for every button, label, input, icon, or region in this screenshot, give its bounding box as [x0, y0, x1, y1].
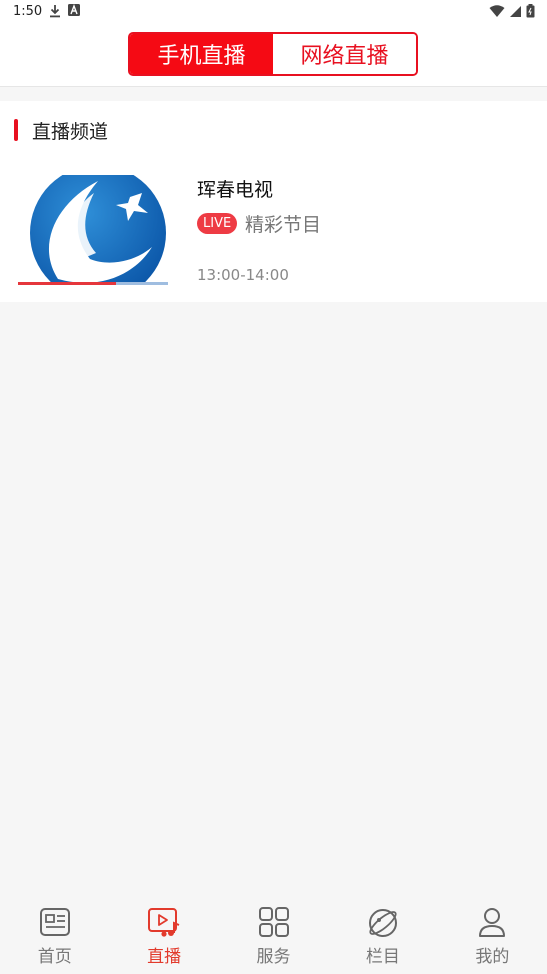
grid-icon — [258, 907, 289, 937]
channel-name: 珲春电视 — [197, 179, 274, 201]
channel-item[interactable]: 珲春电视 LIVE 精彩节目 13:00-14:00 — [0, 161, 547, 291]
tab-columns[interactable]: 栏目 — [328, 896, 437, 974]
live-video-icon — [148, 908, 180, 937]
notification-a-icon — [68, 4, 80, 16]
tab-label-columns: 栏目 — [365, 947, 400, 967]
tab-mobile-live[interactable]: 手机直播 — [130, 34, 273, 74]
channel-thumbnail[interactable] — [18, 175, 168, 285]
status-bar: 1:50 — [0, 0, 547, 26]
header: 1:50 手机直播 网络直播 — [0, 0, 547, 87]
planet-icon — [368, 909, 397, 937]
tab-mine[interactable]: 我的 — [438, 896, 547, 974]
tab-label-mine: 我的 — [475, 947, 510, 967]
bottom-tab-bar: 首页 直播 服务 栏目 我的 — [0, 896, 547, 974]
progress-fill — [18, 282, 116, 285]
status-indicators — [489, 4, 535, 18]
battery-icon — [526, 4, 535, 18]
user-icon — [479, 908, 506, 937]
wifi-icon — [489, 4, 505, 17]
tab-services[interactable]: 服务 — [219, 896, 328, 974]
tab-network-live[interactable]: 网络直播 — [273, 34, 416, 74]
program-time: 13:00-14:00 — [197, 266, 289, 284]
section-header: 直播频道 — [14, 118, 109, 143]
program-title: 精彩节目 — [245, 214, 322, 236]
live-type-switch: 手机直播 网络直播 — [128, 32, 418, 76]
live-channels-card: 直播频道 珲春电视 LIVE 精彩节目 13:00-14:00 — [0, 101, 547, 302]
signal-icon — [510, 5, 521, 17]
tab-label-live: 直播 — [147, 947, 182, 967]
news-icon — [39, 908, 70, 936]
tab-label-services: 服务 — [256, 947, 291, 967]
status-time: 1:50 — [13, 4, 43, 19]
tab-home[interactable]: 首页 — [0, 896, 109, 974]
section-title: 直播频道 — [32, 120, 109, 143]
channel-logo — [18, 175, 168, 285]
tab-live[interactable]: 直播 — [109, 896, 218, 974]
section-accent-bar — [14, 119, 18, 141]
live-badge: LIVE — [197, 213, 238, 234]
download-icon — [50, 5, 60, 18]
tab-label-home: 首页 — [37, 947, 72, 967]
